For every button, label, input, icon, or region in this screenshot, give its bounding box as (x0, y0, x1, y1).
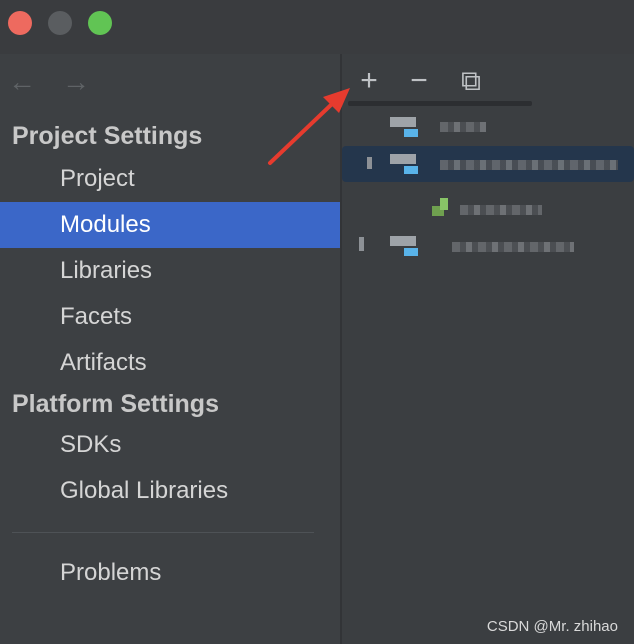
sidebar-item-libraries[interactable]: Libraries (0, 248, 340, 294)
add-icon[interactable]: + (354, 66, 384, 96)
history-navigation: ← → (8, 68, 90, 96)
toolbar-separator (348, 101, 532, 106)
project-structure-window: ← → Project Settings Project Modules Lib… (0, 0, 634, 644)
title-bar (0, 0, 634, 54)
minimize-window-button[interactable] (48, 11, 72, 35)
sidebar-item-artifacts[interactable]: Artifacts (0, 340, 340, 386)
module-child-row[interactable] (342, 192, 634, 228)
sidebar-item-global-libraries[interactable]: Global Libraries (0, 468, 340, 514)
remove-icon[interactable]: − (404, 66, 434, 96)
module-row[interactable] (342, 230, 634, 266)
module-row-selected[interactable] (342, 146, 634, 182)
sidebar-item-problems[interactable]: Problems (0, 550, 340, 596)
sidebar-divider (12, 532, 314, 533)
module-icon (390, 117, 420, 139)
tree-toggle-icon[interactable] (359, 237, 364, 251)
sidebar-item-facets[interactable]: Facets (0, 294, 340, 340)
blurred-module-name (452, 242, 574, 252)
sidebar-item-modules[interactable]: Modules (0, 202, 340, 248)
back-arrow-icon[interactable]: ← (8, 68, 36, 96)
blurred-module-name (440, 122, 486, 132)
tree-toggle-icon[interactable] (367, 157, 372, 169)
maximize-window-button[interactable] (88, 11, 112, 35)
sidebar-item-project[interactable]: Project (0, 156, 340, 202)
modules-tree-panel: + − ⧉ (342, 54, 634, 644)
platform-settings-heading: Platform Settings (12, 390, 219, 418)
close-window-button[interactable] (8, 11, 32, 35)
copy-icon[interactable]: ⧉ (456, 66, 486, 96)
csdn-watermark: CSDN @Mr. zhihao (486, 618, 618, 635)
forward-arrow-icon[interactable]: → (62, 68, 90, 96)
modules-toolbar: + − ⧉ (342, 54, 634, 106)
blurred-module-name (440, 160, 618, 170)
settings-sidebar: ← → Project Settings Project Modules Lib… (0, 54, 340, 644)
blurred-folder-name (460, 205, 542, 215)
module-icon (390, 154, 420, 176)
module-row[interactable] (342, 108, 634, 144)
source-folder-icon (432, 198, 452, 218)
project-settings-heading: Project Settings (12, 122, 203, 150)
module-icon (390, 236, 420, 258)
sidebar-item-sdks[interactable]: SDKs (0, 422, 340, 468)
